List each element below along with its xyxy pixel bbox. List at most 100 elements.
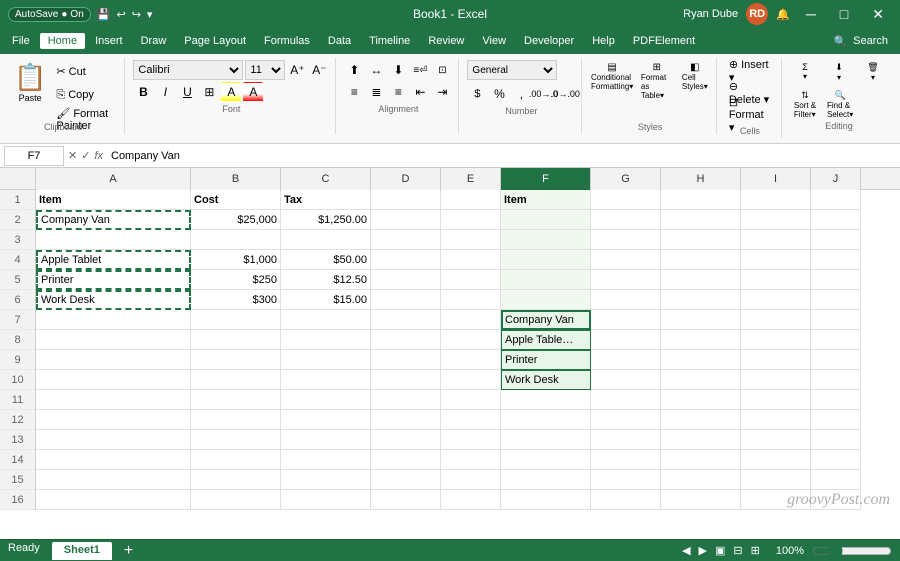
cell-d7[interactable]: [371, 310, 441, 330]
cell-e6[interactable]: [441, 290, 501, 310]
menu-data[interactable]: Data: [320, 33, 359, 49]
cell-f12[interactable]: [501, 410, 591, 430]
wrap-text-button[interactable]: ≡⏎: [410, 60, 430, 80]
font-color-button[interactable]: A: [243, 82, 263, 102]
cell-d4[interactable]: [371, 250, 441, 270]
conditional-formatting-button[interactable]: ▤ ConditionalFormatting▾: [590, 60, 633, 102]
cell-a14[interactable]: [36, 450, 191, 470]
cell-i2[interactable]: [741, 210, 811, 230]
cell-e15[interactable]: [441, 470, 501, 490]
cell-a4[interactable]: Apple Tablet: [36, 250, 191, 270]
col-header-b[interactable]: B: [191, 168, 281, 190]
cell-c6[interactable]: $15.00: [281, 290, 371, 310]
col-header-e[interactable]: E: [441, 168, 501, 190]
cell-h8[interactable]: [661, 330, 741, 350]
align-left-button[interactable]: ≡: [344, 82, 364, 102]
cell-h16[interactable]: [661, 490, 741, 510]
cell-c10[interactable]: [281, 370, 371, 390]
cell-i15[interactable]: [741, 470, 811, 490]
cell-i1[interactable]: [741, 190, 811, 210]
ribbon-collapse-icon[interactable]: 🔔: [776, 8, 790, 21]
row-num-5[interactable]: 5: [0, 270, 36, 290]
cell-c14[interactable]: [281, 450, 371, 470]
cell-g4[interactable]: [591, 250, 661, 270]
cell-b3[interactable]: [191, 230, 281, 250]
menu-help[interactable]: Help: [584, 33, 623, 49]
cell-c7[interactable]: [281, 310, 371, 330]
cell-g11[interactable]: [591, 390, 661, 410]
cell-b8[interactable]: [191, 330, 281, 350]
cell-i3[interactable]: [741, 230, 811, 250]
cell-d14[interactable]: [371, 450, 441, 470]
format-button[interactable]: ⊟ Format ▾: [725, 104, 775, 126]
cell-i14[interactable]: [741, 450, 811, 470]
sheet-tab-1[interactable]: Sheet1: [52, 542, 112, 560]
cell-a5[interactable]: Printer: [36, 270, 191, 290]
cell-f3[interactable]: [501, 230, 591, 250]
row-num-14[interactable]: 14: [0, 450, 36, 470]
undo-icon[interactable]: ↩: [116, 8, 125, 21]
cell-b12[interactable]: [191, 410, 281, 430]
cell-f13[interactable]: [501, 430, 591, 450]
menu-page-layout[interactable]: Page Layout: [176, 33, 254, 49]
cell-a15[interactable]: [36, 470, 191, 490]
formula-insert-icon[interactable]: fx: [94, 150, 103, 162]
row-num-10[interactable]: 10: [0, 370, 36, 390]
cell-styles-button[interactable]: ◧ CellStyles▾: [680, 60, 710, 102]
cell-g13[interactable]: [591, 430, 661, 450]
row-num-2[interactable]: 2: [0, 210, 36, 230]
cell-d10[interactable]: [371, 370, 441, 390]
cell-i16[interactable]: [741, 490, 811, 510]
row-num-8[interactable]: 8: [0, 330, 36, 350]
cell-g7[interactable]: [591, 310, 661, 330]
cell-i12[interactable]: [741, 410, 811, 430]
cell-a13[interactable]: [36, 430, 191, 450]
cell-c12[interactable]: [281, 410, 371, 430]
cell-b13[interactable]: [191, 430, 281, 450]
row-num-12[interactable]: 12: [0, 410, 36, 430]
cell-i10[interactable]: [741, 370, 811, 390]
cell-f4[interactable]: [501, 250, 591, 270]
cell-b9[interactable]: [191, 350, 281, 370]
scroll-left-icon[interactable]: ◀: [682, 544, 690, 557]
cell-j2[interactable]: [811, 210, 861, 230]
cut-button[interactable]: ✂ Cut: [52, 60, 120, 82]
cell-a7[interactable]: [36, 310, 191, 330]
increase-indent-button[interactable]: ⇥: [432, 82, 452, 102]
cell-h2[interactable]: [661, 210, 741, 230]
page-break-view-icon[interactable]: ⊞: [751, 544, 760, 557]
cell-c11[interactable]: [281, 390, 371, 410]
cell-h14[interactable]: [661, 450, 741, 470]
number-format-select[interactable]: General Number Currency Accounting: [467, 60, 557, 80]
search-label[interactable]: Search: [853, 35, 888, 47]
cell-h3[interactable]: [661, 230, 741, 250]
formula-cancel-icon[interactable]: ✕: [68, 149, 77, 162]
cell-j5[interactable]: [811, 270, 861, 290]
menu-developer[interactable]: Developer: [516, 33, 582, 49]
cell-a3[interactable]: [36, 230, 191, 250]
cell-f16[interactable]: [501, 490, 591, 510]
cell-a8[interactable]: [36, 330, 191, 350]
cell-h7[interactable]: [661, 310, 741, 330]
merge-button[interactable]: ⊡: [432, 60, 452, 80]
cell-d8[interactable]: [371, 330, 441, 350]
cell-g15[interactable]: [591, 470, 661, 490]
cell-i11[interactable]: [741, 390, 811, 410]
underline-button[interactable]: U: [177, 82, 197, 102]
cell-b2[interactable]: $25,000: [191, 210, 281, 230]
cell-f7[interactable]: Company Van 📋 (Ctrl) ▾: [501, 310, 591, 330]
cell-d13[interactable]: [371, 430, 441, 450]
cell-b10[interactable]: [191, 370, 281, 390]
clear-button[interactable]: 🗑 ▾: [858, 60, 888, 84]
cell-j10[interactable]: [811, 370, 861, 390]
cell-d9[interactable]: [371, 350, 441, 370]
cell-j1[interactable]: [811, 190, 861, 210]
menu-pdfelement[interactable]: PDFElement: [625, 33, 703, 49]
cell-e4[interactable]: [441, 250, 501, 270]
font-family-select[interactable]: Calibri: [133, 60, 243, 80]
menu-timeline[interactable]: Timeline: [361, 33, 418, 49]
align-middle-button[interactable]: ↔: [366, 60, 386, 80]
cell-j7[interactable]: [811, 310, 861, 330]
col-header-h[interactable]: H: [661, 168, 741, 190]
row-num-13[interactable]: 13: [0, 430, 36, 450]
